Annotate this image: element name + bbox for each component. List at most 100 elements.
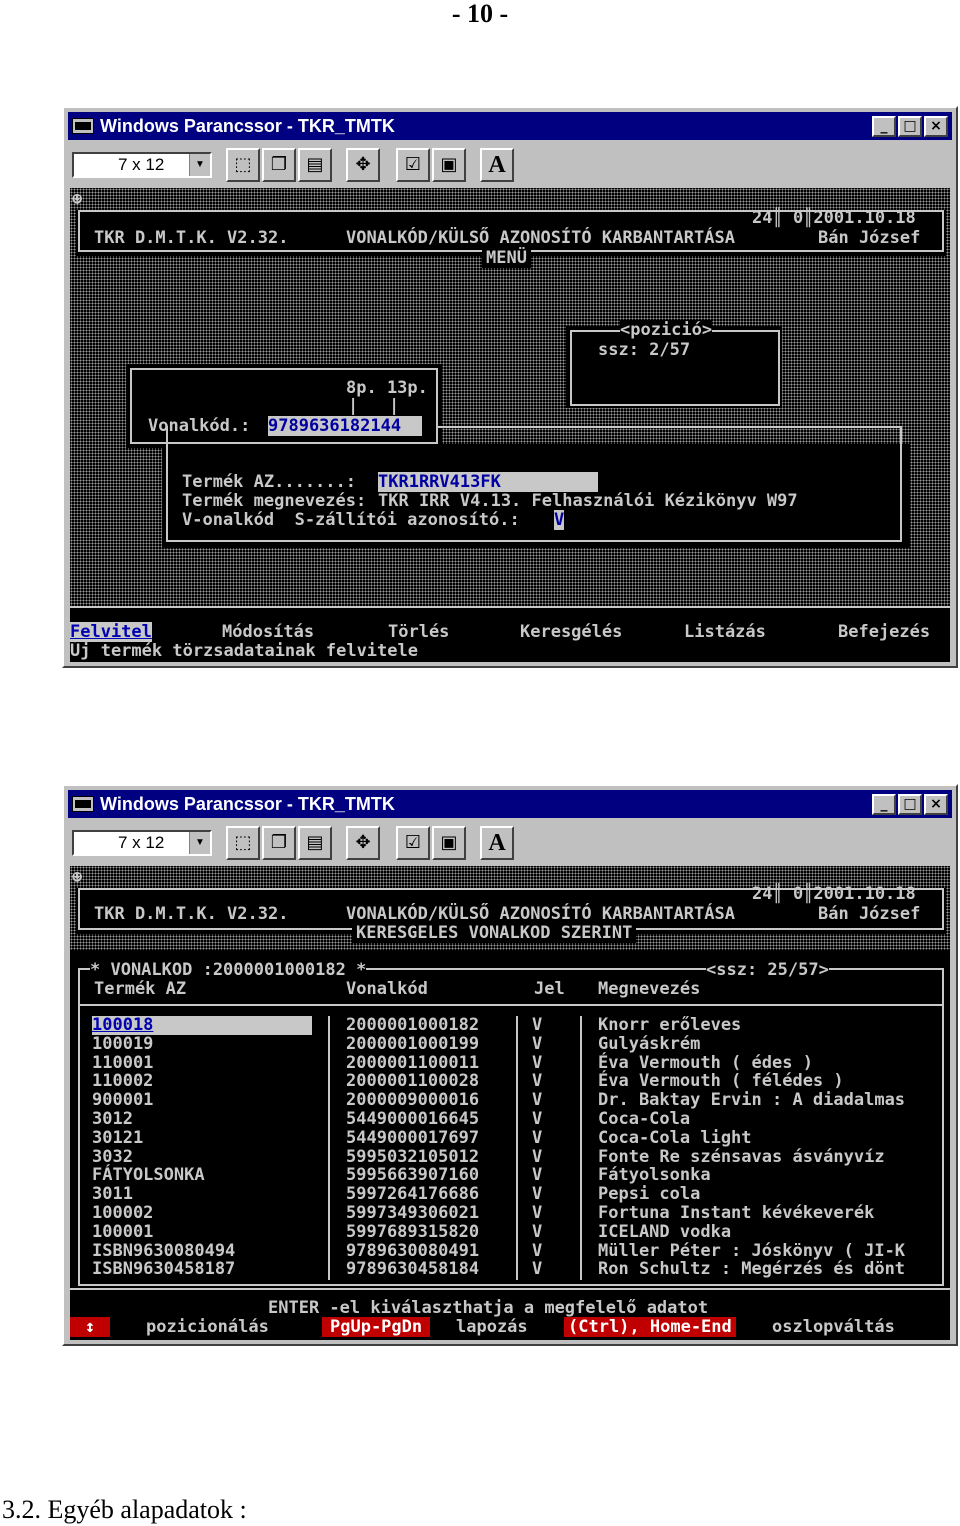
copy-icon[interactable]: ❐ — [262, 826, 296, 860]
fullscreen-icon[interactable]: ✥ — [346, 148, 380, 182]
table-row[interactable]: FÁTYOLSONKA 5995663907160 V Fátyolsonka — [70, 1166, 950, 1185]
cell-barcode: 5449000017697 — [346, 1127, 480, 1148]
cell-name: Müller Péter : Jóskönyv ( JI-K — [598, 1240, 906, 1261]
fullscreen-icon[interactable]: ✥ — [346, 826, 380, 860]
table-row[interactable]: 3012 5449000016645 V Coca-Cola — [70, 1110, 950, 1129]
cell-product-id: 100019 — [92, 1033, 154, 1054]
mark-icon[interactable]: ⬚ — [226, 826, 260, 860]
position-value: ssz: 2/57 — [598, 340, 691, 360]
cell-barcode: 2000001100028 — [346, 1071, 480, 1092]
font-size-select[interactable]: 7 x 12 ▼ — [72, 830, 212, 856]
font-size-select[interactable]: 7 x 12 ▼ — [72, 152, 212, 178]
dropdown-arrow-icon[interactable]: ▼ — [189, 832, 210, 854]
console-screen[interactable]: ☻ TKR D.M.T.K. V2.32. VONALKÓD/KÜLSŐ AZO… — [70, 866, 950, 1340]
subtitle: KERESGELES VONALKOD SZERINT — [352, 923, 637, 943]
paste-icon[interactable]: ▤ — [298, 148, 332, 182]
cell-flag: V — [532, 1203, 543, 1223]
cell-barcode: 9789630080491 — [346, 1240, 480, 1261]
background-icon[interactable]: ▣ — [432, 148, 466, 182]
product-name-value[interactable]: TKR IRR V4.13. Felhasználói Kézikönyv W9… — [378, 491, 798, 511]
table-row[interactable]: ISBN9630458187 9789630458184 V Ron Schultz … — [70, 1260, 950, 1279]
header-left: TKR D.M.T.K. V2.32. — [94, 904, 289, 924]
header-center: VONALKÓD/KÜLSŐ AZONOSÍTÓ KARBANTARTÁSA — [346, 228, 735, 248]
window-title: Windows Parancssor - TKR_TMTK — [100, 794, 395, 814]
maximize-button[interactable]: □ — [898, 794, 922, 815]
footer-divider — [70, 1288, 950, 1290]
maximize-button[interactable]: □ — [898, 116, 922, 137]
cell-name: Gulyáskrém — [598, 1033, 701, 1054]
console-icon — [72, 796, 94, 812]
console-icon — [72, 118, 94, 134]
table-row[interactable]: 100001 5997689315820 V ICELAND vodka — [70, 1221, 950, 1242]
title-bar[interactable]: Windows Parancssor - TKR_TMTK _ □ × — [68, 790, 952, 818]
product-frame-top — [438, 426, 902, 428]
menu-item-befejezes[interactable]: Befejezés — [838, 622, 930, 642]
properties-icon[interactable]: ☑ — [396, 148, 430, 182]
table-row[interactable]: 100019 2000001000199 V Gulyáskrém — [70, 1033, 950, 1054]
column-header-id[interactable]: Termék AZ — [94, 979, 186, 999]
table-row[interactable]: 3032 5995032105012 V Fonte Re szénsavas ásv… — [70, 1146, 950, 1167]
dropdown-arrow-icon[interactable]: ▼ — [189, 154, 210, 176]
cell-barcode: 2000001000182 — [346, 1015, 480, 1035]
minimize-button[interactable]: _ — [872, 794, 896, 815]
cell-name: Coca-Cola — [598, 1109, 691, 1129]
cell-flag: V — [532, 1259, 543, 1280]
table-row[interactable]: 30121 5449000017697 V Coca-Cola light — [70, 1127, 950, 1148]
type-input[interactable]: V — [554, 510, 565, 530]
menu-item-listazas[interactable]: Listázás — [684, 622, 766, 642]
menu-item-felvitel[interactable]: Felvitel — [70, 622, 152, 642]
cell-product-id: 110002 — [92, 1071, 154, 1092]
header-stats: 24║ 0║2001.10.18 — [752, 884, 916, 904]
font-size-value: 7 x 12 — [118, 833, 165, 852]
column-header-name[interactable]: Megnevezés — [598, 979, 700, 999]
menu-item-keresgeles[interactable]: Keresgélés — [520, 622, 622, 642]
table-row[interactable]: 100002 5997349306021 V Fortuna Instant kévé… — [70, 1204, 950, 1223]
cell-product-id: 3032 — [92, 1146, 133, 1167]
table-row[interactable]: 3011 5997264176686 V Pepsi cola — [70, 1185, 950, 1204]
header-center: VONALKÓD/KÜLSŐ AZONOSÍTÓ KARBANTARTÁSA — [346, 904, 735, 924]
cell-name: Coca-Cola light — [598, 1127, 752, 1148]
table-row[interactable]: ISBN9630080494 9789630080491 V Müller Péter… — [70, 1240, 950, 1261]
console-screen[interactable]: ☻ TKR D.M.T.K. V2.32. VONALKÓD/KÜLSŐ AZO… — [70, 188, 950, 662]
cell-barcode: 9789630458184 — [346, 1259, 480, 1280]
close-button[interactable]: × — [924, 794, 948, 815]
product-name-label: Termék megnevezés: — [182, 491, 367, 511]
title-bar[interactable]: Windows Parancssor - TKR_TMTK _ □ × — [68, 112, 952, 140]
command-window-1: Windows Parancssor - TKR_TMTK _ □ × 7 x … — [62, 106, 958, 668]
smiley-icon: ☻ — [72, 868, 83, 888]
mark-icon[interactable]: ⬚ — [226, 148, 260, 182]
cell-barcode: 2000001100011 — [346, 1052, 480, 1073]
column-header-flag[interactable]: Jel — [534, 979, 565, 999]
paste-icon[interactable]: ▤ — [298, 826, 332, 860]
close-button[interactable]: × — [924, 116, 948, 137]
table-row[interactable]: 110002 2000001100028 V Éva Vermouth ( féléd… — [70, 1072, 950, 1091]
cell-product-id: 3012 — [92, 1109, 133, 1129]
cell-barcode: 5997264176686 — [346, 1184, 480, 1205]
hint-text: ENTER -el kiválaszthatja a megfelelő ada… — [268, 1298, 709, 1318]
table-row[interactable]: 900001 2000009000016 V Dr. Baktay Ervin : A… — [70, 1091, 950, 1110]
table-row[interactable]: 110001 2000001100011 V Éva Vermouth ( édes … — [70, 1052, 950, 1073]
status-text: Új termék törzsadatainak felvitele — [70, 641, 418, 661]
window-title: Windows Parancssor - TKR_TMTK — [100, 116, 395, 136]
font-icon[interactable]: A — [480, 826, 514, 860]
product-id-input[interactable]: TKR1RRV413FK — [378, 472, 598, 492]
search-label: * VONALKOD :2000001000182 * — [90, 960, 367, 980]
cell-flag: V — [532, 1184, 543, 1205]
toolbar: 7 x 12 ▼ ⬚ ❐ ▤ ✥ ☑ ▣ A — [68, 142, 952, 186]
pages-label: 8p. 13p. — [346, 378, 428, 398]
properties-icon[interactable]: ☑ — [396, 826, 430, 860]
column-header-barcode[interactable]: Vonalkód — [346, 979, 428, 999]
menu-item-modositas[interactable]: Módosítás — [222, 622, 314, 642]
menu-divider — [70, 606, 950, 608]
table-row[interactable]: 100018 2000001000182 V Knorr erőleves — [70, 1016, 950, 1035]
header-left: TKR D.M.T.K. V2.32. — [94, 228, 289, 248]
font-icon[interactable]: A — [480, 148, 514, 182]
copy-icon[interactable]: ❐ — [262, 148, 296, 182]
ssz-label: <ssz: 25/57> — [706, 960, 829, 980]
cell-name: ICELAND vodka — [598, 1221, 732, 1242]
minimize-button[interactable]: _ — [872, 116, 896, 137]
cell-name: Pepsi cola — [598, 1184, 701, 1205]
background-icon[interactable]: ▣ — [432, 826, 466, 860]
menu-item-torles[interactable]: Törlés — [388, 622, 449, 642]
cell-name: Dr. Baktay Ervin : A diadalmas — [598, 1090, 906, 1111]
